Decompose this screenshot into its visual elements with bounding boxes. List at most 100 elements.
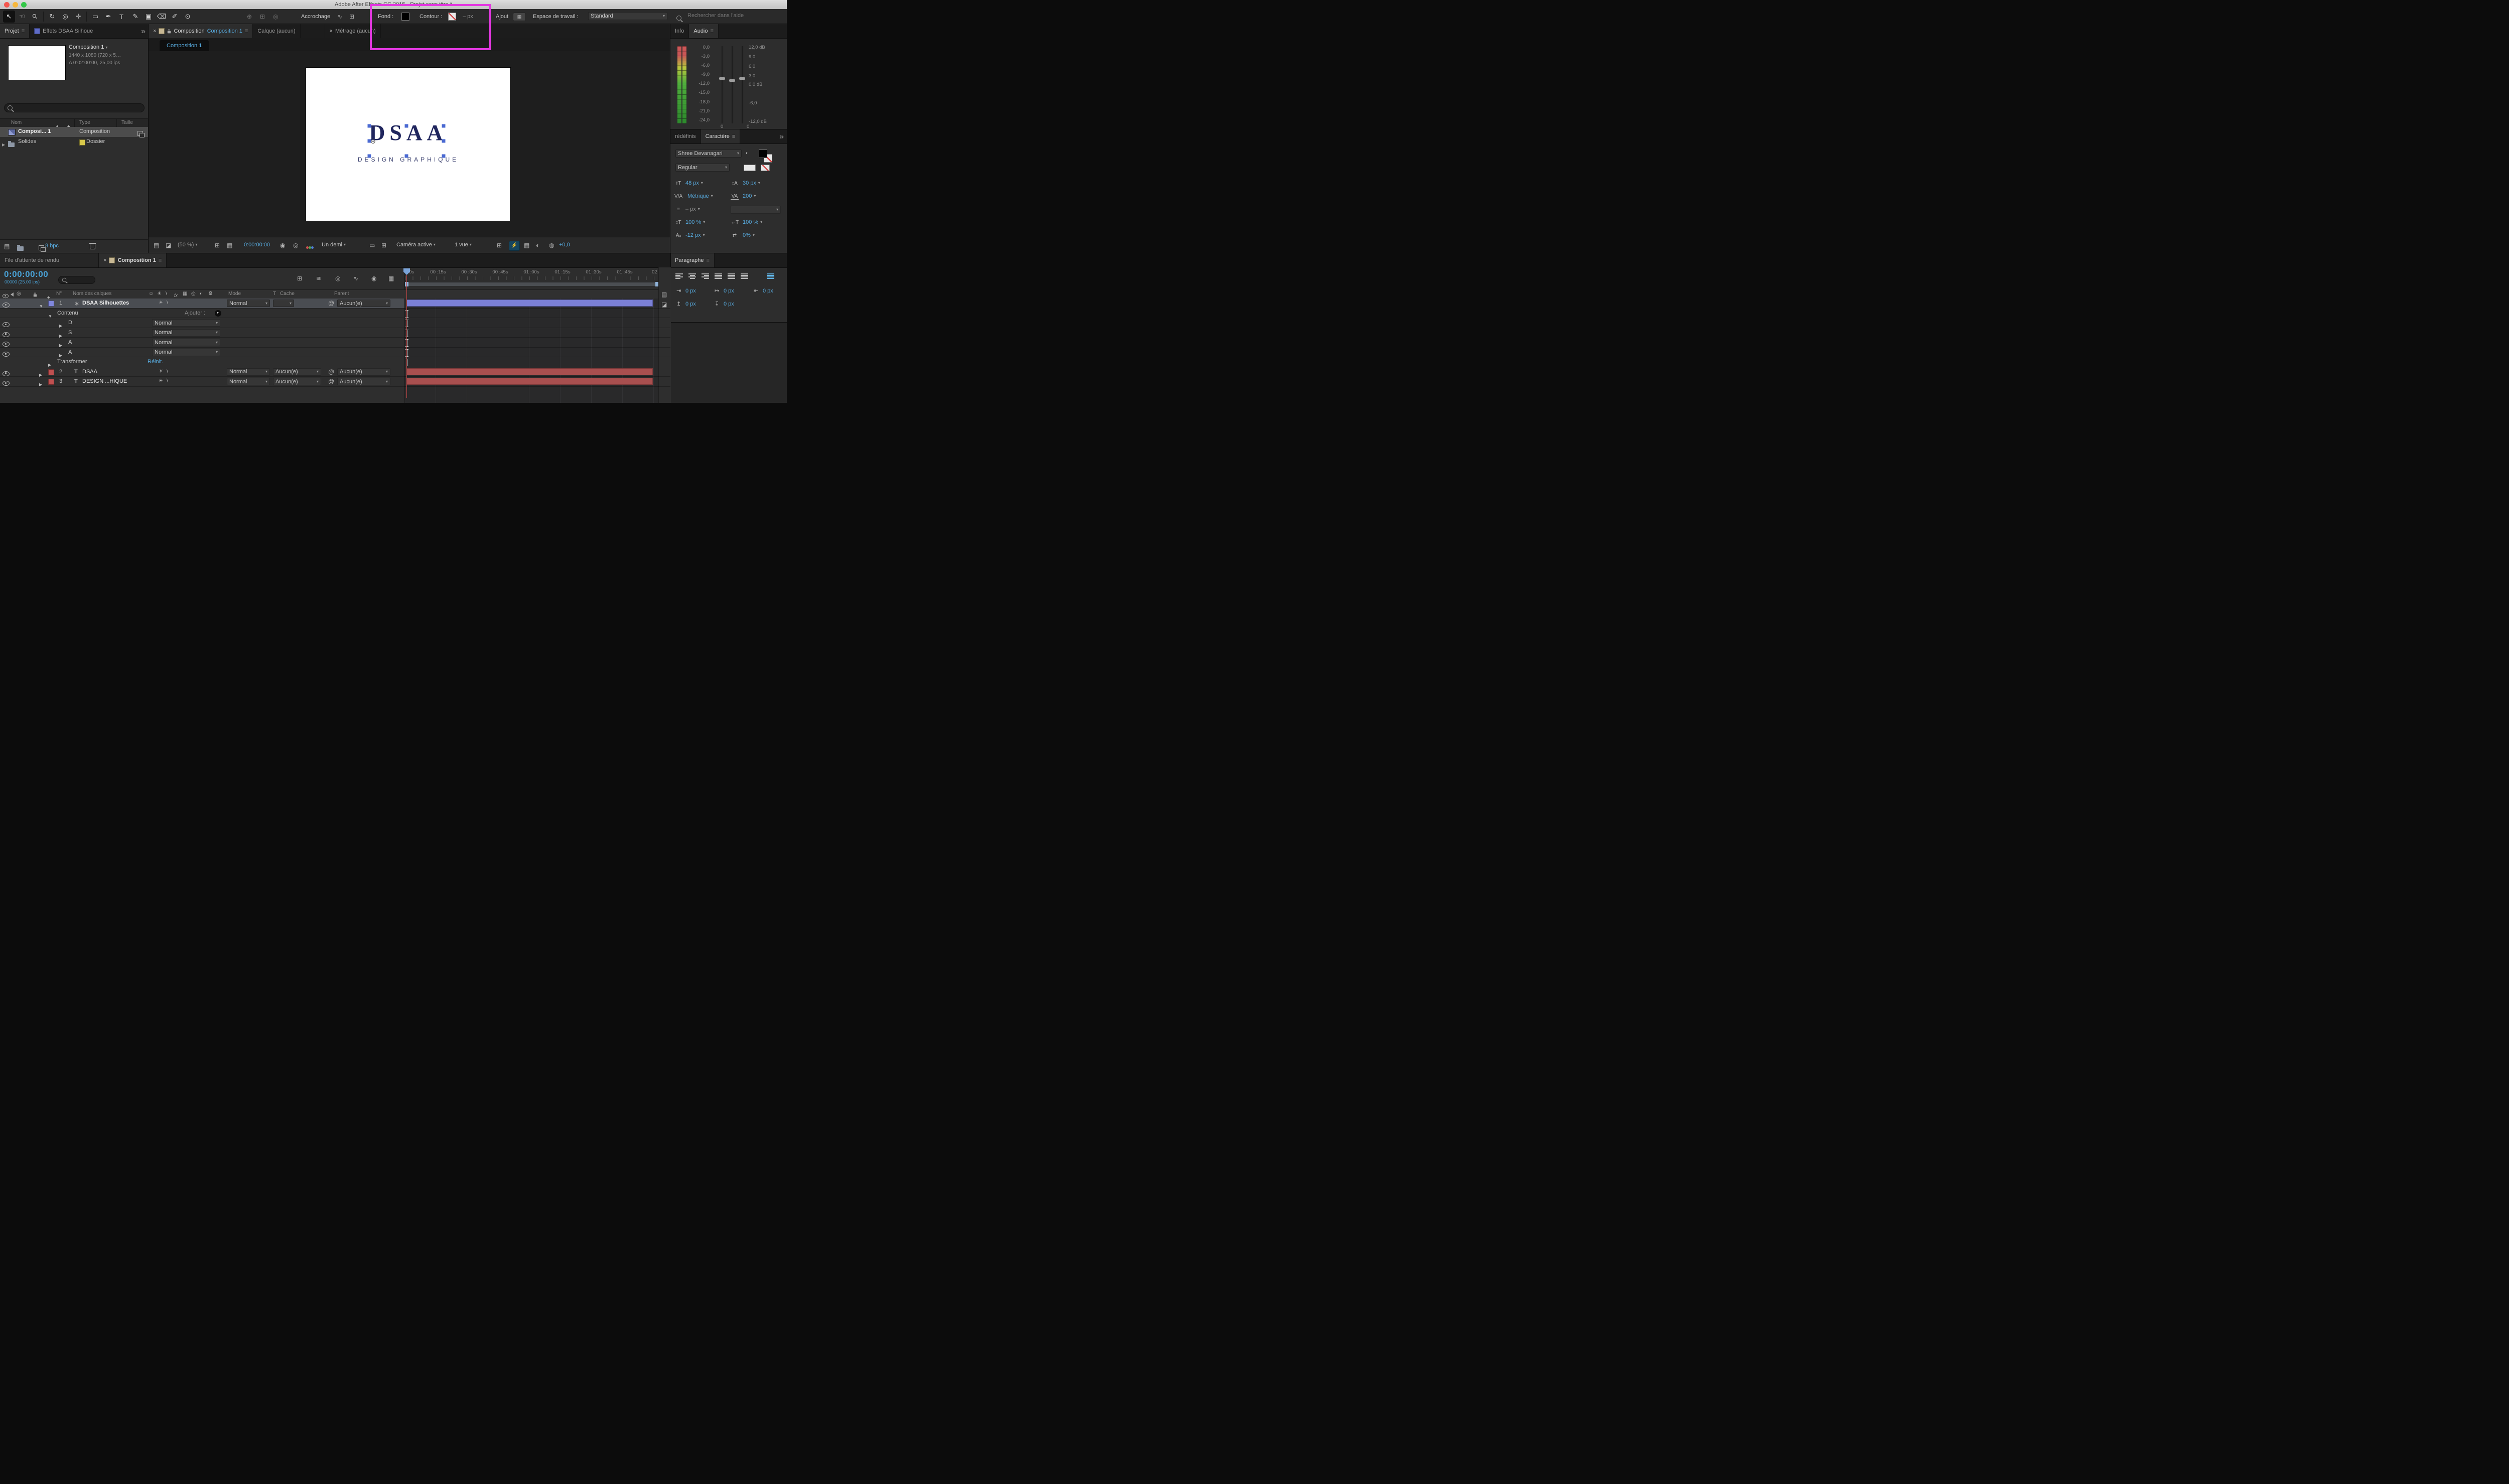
audio-slider-knob[interactable] <box>729 79 735 82</box>
snap-edges-icon[interactable] <box>337 14 342 20</box>
kerning-dropdown[interactable]: Métrique <box>687 193 713 199</box>
blend-mode-dropdown[interactable]: Normal <box>227 368 270 376</box>
audio-column-icon[interactable] <box>11 292 14 296</box>
tab-timeline-comp[interactable]: Composition 1 <box>99 253 167 267</box>
space-after-value[interactable]: 0 px <box>724 301 734 307</box>
view-layout-dropdown[interactable]: 1 vue <box>455 242 472 248</box>
new-folder-icon[interactable] <box>17 246 24 251</box>
panel-menu-icon[interactable] <box>159 258 162 263</box>
justify-last-left-icon[interactable] <box>715 273 722 279</box>
group-row-contenu[interactable]: Contenu Ajouter : ► <box>0 309 670 319</box>
trkmat-dropdown[interactable]: Aucun(e) <box>273 368 321 376</box>
frame-blend-enable-icon[interactable] <box>316 275 321 281</box>
bit-depth-button[interactable]: 8 bpc <box>45 243 59 249</box>
first-line-indent-value[interactable]: 0 px <box>724 288 734 294</box>
show-snapshot-icon[interactable] <box>293 242 298 248</box>
justify-all-icon[interactable] <box>767 273 774 279</box>
add-preset-button[interactable] <box>513 13 526 21</box>
camera-dropdown[interactable]: Caméra active <box>396 242 436 248</box>
layer-name[interactable]: DSAA <box>82 369 97 375</box>
align-left-icon[interactable] <box>675 273 683 279</box>
tab-effects[interactable]: Effets DSAA Silhoue <box>30 24 97 38</box>
current-time-indicator-line[interactable] <box>406 275 407 398</box>
tab-layer[interactable]: Calque (aucun) <box>253 24 300 38</box>
group-name[interactable]: D <box>68 320 72 326</box>
help-search-input[interactable] <box>686 12 784 19</box>
layer-duration-bar[interactable] <box>406 378 653 385</box>
canvas-subtitle-text[interactable]: DESIGN GRAPHIQUE <box>306 156 510 163</box>
workspace-dropdown[interactable]: Standard <box>588 12 667 20</box>
blend-mode-dropdown[interactable]: Normal <box>227 378 270 385</box>
help-search-icon[interactable] <box>676 16 681 21</box>
pen-tool[interactable]: ✒ <box>102 11 114 23</box>
snap-features-icon[interactable] <box>349 14 354 20</box>
text-fill-color-swatch[interactable] <box>759 150 767 158</box>
tab-presets[interactable]: rédéfinis <box>670 129 701 143</box>
quality-switch-icon[interactable] <box>159 369 163 374</box>
tab-composition[interactable]: Composition Composition 1 <box>149 24 253 38</box>
safe-margins-icon[interactable] <box>215 242 220 248</box>
column-type[interactable]: Type <box>79 120 90 125</box>
work-area-bar[interactable] <box>405 282 659 286</box>
selection-handle[interactable] <box>442 155 446 158</box>
new-composition-icon[interactable] <box>39 245 44 250</box>
horizontal-scale-dropdown[interactable]: 100 % <box>743 219 762 225</box>
camera-tool[interactable]: ◎ <box>59 11 71 23</box>
tab-render-queue[interactable]: File d'attente de rendu <box>0 253 99 267</box>
layer-color-chip[interactable] <box>48 301 54 307</box>
show-channels-icon[interactable] <box>306 245 314 250</box>
column-mode[interactable]: Mode <box>228 291 241 296</box>
lock-column-icon[interactable] <box>34 294 37 297</box>
quality-column-icon[interactable] <box>166 291 167 296</box>
parent-dropdown[interactable]: Aucun(e) <box>337 368 390 376</box>
region-of-interest-icon[interactable] <box>369 242 375 248</box>
shy-column-icon[interactable] <box>149 291 154 296</box>
fast-previews-button[interactable] <box>509 241 520 251</box>
group-name[interactable]: A <box>68 349 72 355</box>
parent-dropdown[interactable]: Aucun(e) <box>337 378 390 385</box>
item-name[interactable]: Solides <box>18 138 36 144</box>
selection-tool[interactable]: ↖ <box>3 11 15 23</box>
selection-handle[interactable] <box>442 139 446 143</box>
fx-switch-icon[interactable] <box>167 369 168 374</box>
expander-icon[interactable] <box>2 140 5 148</box>
eraser-tool[interactable]: ⌫ <box>156 11 168 23</box>
video-column-icon[interactable] <box>3 294 9 299</box>
group-row-a2[interactable]: A Normal <box>0 348 670 358</box>
add-property-button[interactable]: ► <box>215 310 221 317</box>
parent-pickwhip-icon[interactable] <box>328 300 334 306</box>
graph-editor-icon[interactable] <box>388 275 394 281</box>
layer-name[interactable]: DESIGN ...HIQUE <box>82 378 127 384</box>
lock-icon[interactable] <box>168 31 171 34</box>
font-family-dropdown[interactable]: Shree Devanagari <box>675 150 742 158</box>
interpret-footage-icon[interactable] <box>4 243 10 249</box>
pixel-aspect-icon[interactable] <box>497 242 502 248</box>
group-row-a1[interactable]: A Normal <box>0 338 670 348</box>
indent-left-value[interactable]: 0 px <box>685 288 696 294</box>
justify-last-right-icon[interactable] <box>741 273 748 279</box>
puppet-pin-tool[interactable]: ⊙ <box>182 11 194 23</box>
auto-keyframe-icon[interactable] <box>371 275 376 281</box>
project-row-solids[interactable]: Solides Dossier <box>0 137 149 147</box>
audio-slider-knob[interactable] <box>719 77 725 80</box>
anchor-point-icon[interactable] <box>370 138 376 144</box>
trash-icon[interactable] <box>90 244 95 249</box>
justify-last-center-icon[interactable] <box>728 273 735 279</box>
group-row-s[interactable]: S Normal <box>0 328 670 338</box>
vertical-scale-dropdown[interactable]: 100 % <box>685 219 705 225</box>
column-size[interactable]: Taille <box>121 120 133 125</box>
layer-color-chip[interactable] <box>48 379 54 385</box>
item-name[interactable]: Composi... 1 <box>18 128 51 134</box>
project-search-input[interactable] <box>15 104 141 111</box>
group-blend-mode-dropdown[interactable]: Normal <box>152 319 220 327</box>
audio-slider-knob[interactable] <box>739 77 745 80</box>
panel-menu-icon[interactable] <box>711 29 714 34</box>
panel-menu-icon[interactable] <box>22 29 25 34</box>
column-number[interactable]: N° <box>56 291 62 296</box>
main-viewer-icon[interactable] <box>166 242 171 248</box>
selection-handle[interactable] <box>368 124 371 128</box>
indent-right-value[interactable]: 0 px <box>763 288 773 294</box>
layer-row-1[interactable]: 1 DSAA Silhouettes Normal Aucun(e) <box>0 299 670 309</box>
project-comp-name[interactable]: Composition 1 <box>69 44 107 50</box>
group-blend-mode-dropdown[interactable]: Normal <box>152 349 220 356</box>
